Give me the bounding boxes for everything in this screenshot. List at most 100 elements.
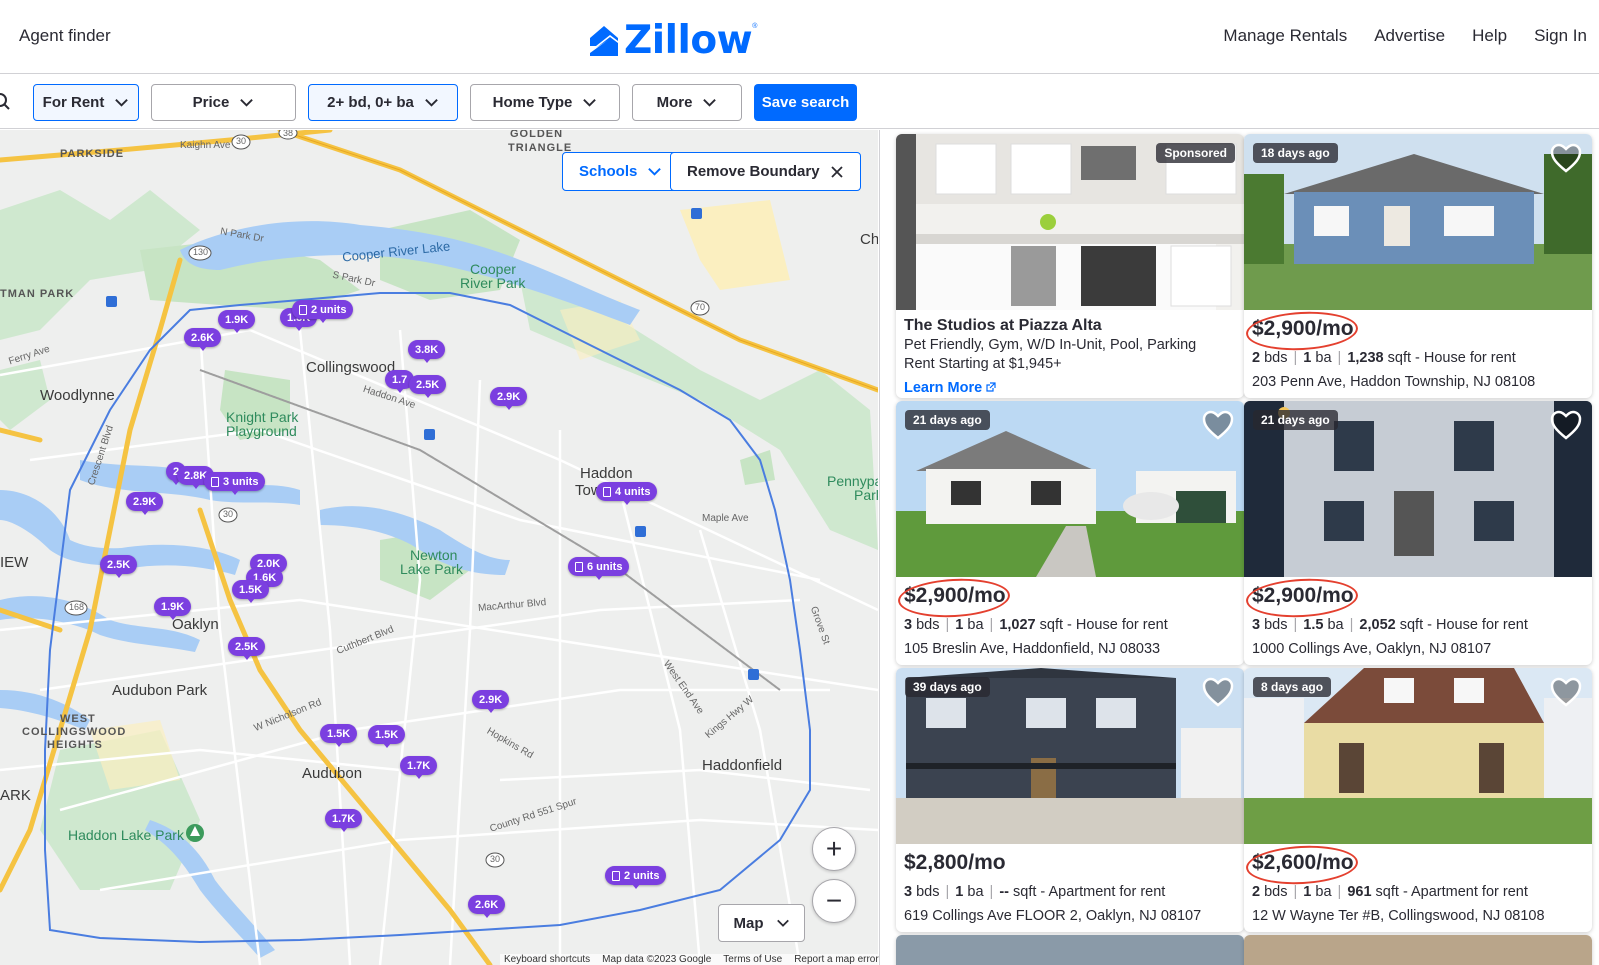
more-dropdown[interactable]: More	[632, 84, 742, 121]
listing-card[interactable]: 39 days ago $2,800/mo 3 bds | 1 ba | -- sqft…	[896, 668, 1244, 932]
search-icon[interactable]	[0, 92, 12, 112]
sponsored-listing-card[interactable]: Sponsored The Studios at Piazza Alta Pet…	[896, 134, 1244, 398]
listing-facts: 3 bds | 1 ba | 1,027 sqft - House for rent	[904, 617, 1168, 633]
chevron-down-icon	[583, 99, 597, 107]
route-30-mid: 30	[223, 509, 234, 519]
map-pin[interactable]: 2.9K	[490, 387, 528, 410]
map-pin[interactable]: 2.9K	[126, 492, 164, 515]
map-pin[interactable]: 3.8K	[408, 340, 446, 363]
listing-title[interactable]: The Studios at Piazza Alta	[904, 317, 1102, 335]
price-dropdown[interactable]: Price	[151, 84, 296, 121]
listing-address[interactable]: 12 W Wayne Ter #B, Collingswood, NJ 0810…	[1252, 908, 1545, 924]
terms-of-use-link[interactable]: Terms of Use	[723, 954, 782, 965]
map-pin[interactable]: 2.9K	[472, 690, 510, 713]
zoom-out-button[interactable]: −	[812, 879, 856, 923]
listing-photo[interactable]: 21 days ago	[896, 401, 1244, 577]
map-label-lake-park: Lake Park	[400, 561, 464, 577]
nav-help[interactable]: Help	[1472, 26, 1507, 46]
map-pin[interactable]: 1.7K	[325, 809, 363, 832]
map-view[interactable]: PARKSIDE GOLDEN TRIANGLE Cooper River La…	[0, 130, 878, 965]
map-label-iew: IEW	[0, 554, 29, 571]
for-rent-dropdown[interactable]: For Rent	[33, 84, 139, 121]
listing-photo[interactable]: Sponsored	[896, 134, 1244, 310]
listing-photo[interactable]	[1244, 935, 1592, 965]
map-pin[interactable]: 1.9K	[218, 310, 256, 333]
map-pin[interactable]: 1.7K	[400, 756, 438, 779]
report-map-error-link[interactable]: Report a map error	[794, 954, 878, 965]
map-pin[interactable]: 1.5K	[368, 725, 406, 748]
map-pin[interactable]: 2.6K	[468, 895, 506, 918]
listing-address[interactable]: 105 Breslin Ave, Haddonfield, NJ 08033	[904, 641, 1160, 657]
days-on-market-badge: 21 days ago	[1253, 410, 1338, 430]
chevron-down-icon	[776, 919, 789, 927]
map-type-label: Map	[733, 914, 764, 932]
header-nav: Manage Rentals Advertise Help Sign In	[1223, 26, 1587, 46]
listing-photo[interactable]: 8 days ago	[1244, 668, 1592, 844]
heart-icon[interactable]	[1202, 677, 1234, 707]
beds-baths-dropdown[interactable]: 2+ bd, 0+ ba	[308, 84, 458, 121]
map-pin[interactable]: 1.5K	[320, 724, 358, 747]
map-label-parkside: PARKSIDE	[60, 148, 125, 160]
listing-address[interactable]: 619 Collings Ave FLOOR 2, Oaklyn, NJ 081…	[904, 908, 1201, 924]
route-30-top: 30	[236, 136, 247, 146]
keyboard-shortcuts-link[interactable]: Keyboard shortcuts	[504, 954, 590, 965]
map-pin[interactable]: 1.9K	[154, 597, 192, 620]
zillow-logo[interactable]: Zillow ®	[588, 18, 757, 63]
listing-photo[interactable]: 21 days ago	[1244, 401, 1592, 577]
listing-address[interactable]: 1000 Collings Ave, Oaklyn, NJ 08107	[1252, 641, 1491, 657]
agent-finder-link[interactable]: Agent finder	[19, 26, 111, 46]
zoom-in-button[interactable]: +	[812, 827, 856, 871]
listing-card[interactable]: 18 days ago $2,900/mo 2 bds | 1 ba | 1,238 s…	[1244, 134, 1592, 398]
remove-boundary-button[interactable]: Remove Boundary	[670, 152, 861, 191]
annotation-circle	[1245, 843, 1359, 887]
map-pin-building[interactable]: 2 units	[292, 300, 354, 323]
map-pin[interactable]: 2.6K	[184, 328, 222, 351]
map-pin-building[interactable]: 2 units	[605, 866, 667, 889]
map-pin[interactable]: 2.5K	[409, 375, 447, 398]
map-label-oaklyn: Oaklyn	[172, 616, 219, 633]
heart-icon[interactable]	[1550, 410, 1582, 440]
nav-sign-in[interactable]: Sign In	[1534, 26, 1587, 46]
map-pin-building[interactable]: 6 units	[568, 557, 630, 580]
schools-label: Schools	[579, 163, 638, 180]
map-pin-building[interactable]: 4 units	[596, 482, 658, 505]
heart-icon[interactable]	[1550, 143, 1582, 173]
map-label-tman-park: TMAN PARK	[0, 288, 75, 300]
listing-photo[interactable]: 39 days ago	[896, 668, 1244, 844]
map-pin[interactable]: 1.5K	[232, 580, 270, 603]
schools-dropdown[interactable]: Schools	[562, 152, 680, 191]
days-on-market-badge: 39 days ago	[905, 677, 990, 697]
sponsored-badge: Sponsored	[1156, 143, 1235, 163]
listing-facts: 2 bds | 1 ba | 961 sqft - Apartment for rent	[1252, 884, 1528, 900]
listing-card-partial[interactable]	[896, 935, 1244, 965]
listing-card-partial[interactable]	[1244, 935, 1592, 965]
route-70: 70	[695, 302, 706, 312]
nav-advertise[interactable]: Advertise	[1374, 26, 1445, 46]
listing-facts: 3 bds | 1.5 ba | 2,052 sqft - House for rent	[1252, 617, 1528, 633]
map-label-audubon-park: Audubon Park	[112, 682, 208, 699]
heart-icon[interactable]	[1550, 677, 1582, 707]
map-type-dropdown[interactable]: Map	[718, 904, 805, 942]
map-pin[interactable]: 2.5K	[100, 555, 138, 578]
map-pin[interactable]: 2.5K	[228, 637, 266, 660]
listing-address[interactable]: 203 Penn Ave, Haddon Township, NJ 08108	[1252, 374, 1535, 390]
nav-manage-rentals[interactable]: Manage Rentals	[1223, 26, 1347, 46]
listing-card[interactable]: 21 days ago $2,900/mo 3 bds | 1 ba | 1,027 s…	[896, 401, 1244, 665]
home-type-dropdown[interactable]: Home Type	[470, 84, 620, 121]
save-search-button[interactable]: Save search	[754, 84, 857, 121]
listing-card[interactable]: 8 days ago $2,600/mo 2 bds | 1 ba | 961 sqft…	[1244, 668, 1592, 932]
annotation-circle	[1245, 576, 1359, 620]
logo-registered-mark: ®	[752, 23, 758, 30]
listing-card[interactable]: 21 days ago $2,900/mo 3 bds | 1.5 ba | 2,052…	[1244, 401, 1592, 665]
map-label-woodlynne: Woodlynne	[40, 387, 115, 404]
map-label-golden: GOLDEN	[510, 130, 564, 140]
map-label-ark: ARK	[0, 787, 31, 804]
heart-icon[interactable]	[1202, 410, 1234, 440]
building-icon	[612, 870, 620, 881]
listing-price: $2,800/mo	[904, 851, 1006, 874]
listing-photo[interactable]	[896, 935, 1244, 965]
listing-photo[interactable]: 18 days ago	[1244, 134, 1592, 310]
map-label-ch: Ch	[860, 231, 878, 248]
learn-more-link[interactable]: Learn More	[904, 380, 996, 396]
map-pin-building[interactable]: 3 units	[204, 472, 266, 495]
